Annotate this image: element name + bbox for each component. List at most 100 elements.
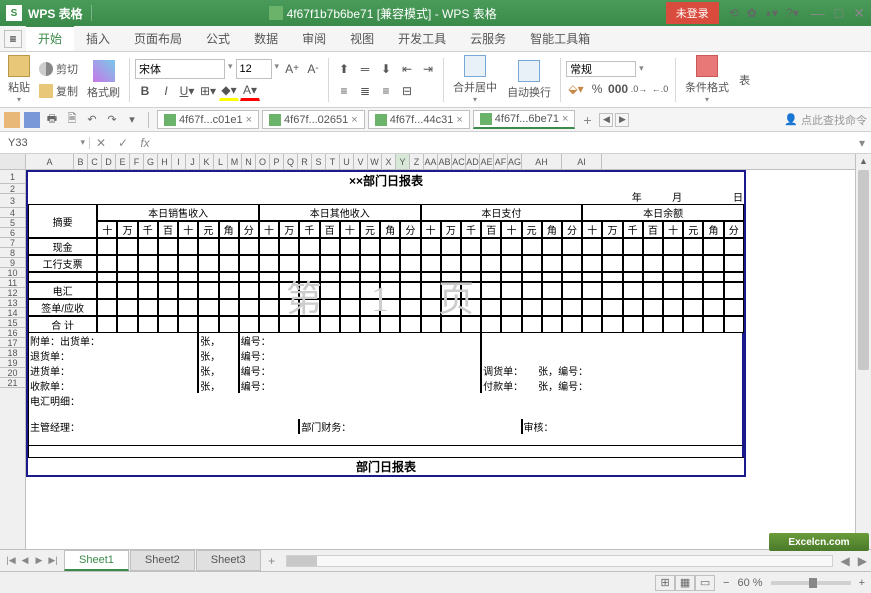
col-header-M[interactable]: M [228, 154, 242, 169]
row-header-1[interactable]: 1 [0, 170, 25, 184]
border-button[interactable]: ⊞▾ [198, 81, 218, 101]
menu-tab-视图[interactable]: 视图 [338, 27, 386, 51]
merge-split-button[interactable]: ⊟ [397, 81, 417, 101]
copy-button[interactable]: 复制 [36, 81, 81, 101]
expand-formula-bar-button[interactable]: ▾ [853, 136, 871, 150]
file-menu-button[interactable]: ≡ [4, 30, 22, 48]
close-tab-icon[interactable]: × [562, 113, 568, 125]
add-doc-tab-button[interactable]: + [579, 112, 595, 128]
doc-tab-3[interactable]: 4f67f...6be71× [473, 110, 576, 129]
sheet-prev-button[interactable]: ◀ [18, 555, 32, 566]
row-header-18[interactable]: 18 [0, 348, 25, 358]
name-box[interactable]: Y33 [0, 137, 90, 149]
col-header-J[interactable]: J [186, 154, 200, 169]
row-header-6[interactable]: 6 [0, 228, 25, 238]
bold-button[interactable]: B [135, 81, 155, 101]
redo-button[interactable]: ↷ [104, 112, 120, 128]
gear-icon[interactable]: ✿ [747, 6, 757, 20]
col-header-Q[interactable]: Q [284, 154, 298, 169]
col-header-E[interactable]: E [116, 154, 130, 169]
col-header-K[interactable]: K [200, 154, 214, 169]
wrap-text-button[interactable]: 自动换行 [503, 58, 555, 102]
sheet-tab-Sheet2[interactable]: Sheet2 [130, 550, 195, 571]
menu-tab-审阅[interactable]: 审阅 [290, 27, 338, 51]
print-button[interactable]: 🖶 [44, 112, 60, 128]
print-preview-button[interactable]: 🗎 [64, 112, 80, 128]
row-header-20[interactable]: 20 [0, 368, 25, 378]
increase-font-button[interactable]: A+ [282, 59, 302, 79]
font-name-select[interactable] [135, 59, 225, 79]
menu-tab-开始[interactable]: 开始 [26, 25, 74, 51]
qat-more-button[interactable]: ▾ [124, 112, 140, 128]
fill-color-button[interactable]: ◆▾ [219, 81, 239, 101]
normal-view-button[interactable]: ⊞ [655, 575, 675, 591]
cancel-formula-button[interactable]: ✕ [90, 136, 112, 150]
col-header-P[interactable]: P [270, 154, 284, 169]
accept-formula-button[interactable]: ✓ [112, 136, 134, 150]
font-size-select[interactable] [236, 59, 272, 79]
select-all-corner[interactable] [0, 154, 25, 170]
col-header-AH[interactable]: AH [522, 154, 562, 169]
tab-prev-button[interactable]: ◀ [599, 113, 613, 127]
col-header-B[interactable]: B [74, 154, 88, 169]
align-top-button[interactable]: ⬆ [334, 59, 354, 79]
italic-button[interactable]: I [156, 81, 176, 101]
col-header-N[interactable]: N [242, 154, 256, 169]
cut-button[interactable]: 剪切 [36, 59, 81, 79]
col-header-Z[interactable]: Z [410, 154, 424, 169]
increase-decimal-button[interactable]: .0→ [629, 79, 649, 99]
zoom-out-button[interactable]: − [723, 577, 729, 589]
close-tab-icon[interactable]: × [456, 114, 462, 126]
row-header-2[interactable]: 2 [0, 184, 25, 194]
col-header-AA[interactable]: AA [424, 154, 438, 169]
row-header-13[interactable]: 13 [0, 298, 25, 308]
save-button[interactable] [24, 112, 40, 128]
col-header-Y[interactable]: Y [396, 154, 410, 169]
sheet-first-button[interactable]: |◀ [4, 555, 18, 566]
col-header-W[interactable]: W [368, 154, 382, 169]
reading-view-button[interactable]: ▭ [695, 575, 715, 591]
menu-tab-数据[interactable]: 数据 [242, 27, 290, 51]
row-header-16[interactable]: 16 [0, 328, 25, 338]
decrease-decimal-button[interactable]: ←.0 [650, 79, 670, 99]
col-header-H[interactable]: H [158, 154, 172, 169]
paste-button[interactable]: 粘贴▾ [4, 53, 34, 106]
col-header-V[interactable]: V [354, 154, 368, 169]
merge-center-button[interactable]: 合并居中▾ [449, 53, 501, 106]
row-header-5[interactable]: 5 [0, 218, 25, 228]
zoom-in-button[interactable]: + [859, 577, 865, 589]
page-view-button[interactable]: ▦ [675, 575, 695, 591]
col-header-AD[interactable]: AD [466, 154, 480, 169]
close-tab-icon[interactable]: × [246, 114, 252, 126]
formula-input[interactable] [156, 137, 853, 149]
row-header-4[interactable]: 4 [0, 208, 25, 218]
comma-button[interactable]: 000 [608, 79, 628, 99]
col-header-C[interactable]: C [88, 154, 102, 169]
command-search[interactable]: 👤点此查找命令 [784, 112, 867, 128]
col-header-L[interactable]: L [214, 154, 228, 169]
col-header-U[interactable]: U [340, 154, 354, 169]
login-button[interactable]: 未登录 [666, 2, 719, 24]
col-header-AB[interactable]: AB [438, 154, 452, 169]
skin-icon[interactable]: ◗▾ [765, 6, 778, 20]
decrease-font-button[interactable]: A- [303, 59, 323, 79]
align-center-button[interactable]: ≣ [355, 81, 375, 101]
row-header-12[interactable]: 12 [0, 288, 25, 298]
number-format-select[interactable] [566, 61, 636, 77]
zoom-level[interactable]: 60 % [737, 577, 762, 589]
minimize-button[interactable]: — [811, 5, 825, 22]
col-header-AI[interactable]: AI [562, 154, 602, 169]
row-header-14[interactable]: 14 [0, 308, 25, 318]
row-header-19[interactable]: 19 [0, 358, 25, 368]
col-header-O[interactable]: O [256, 154, 270, 169]
row-header-8[interactable]: 8 [0, 248, 25, 258]
col-header-AF[interactable]: AF [494, 154, 508, 169]
sync-icon[interactable]: ⟲ [729, 6, 739, 20]
help-icon[interactable]: ?▾ [786, 6, 799, 20]
row-header-15[interactable]: 15 [0, 318, 25, 328]
sheet-tab-Sheet1[interactable]: Sheet1 [64, 550, 129, 571]
conditional-format-button[interactable]: 条件格式▾ [681, 53, 733, 106]
indent-right-button[interactable]: ⇥ [418, 59, 438, 79]
sheet-last-button[interactable]: ▶| [46, 555, 60, 566]
format-painter-button[interactable]: 格式刷 [83, 58, 124, 102]
